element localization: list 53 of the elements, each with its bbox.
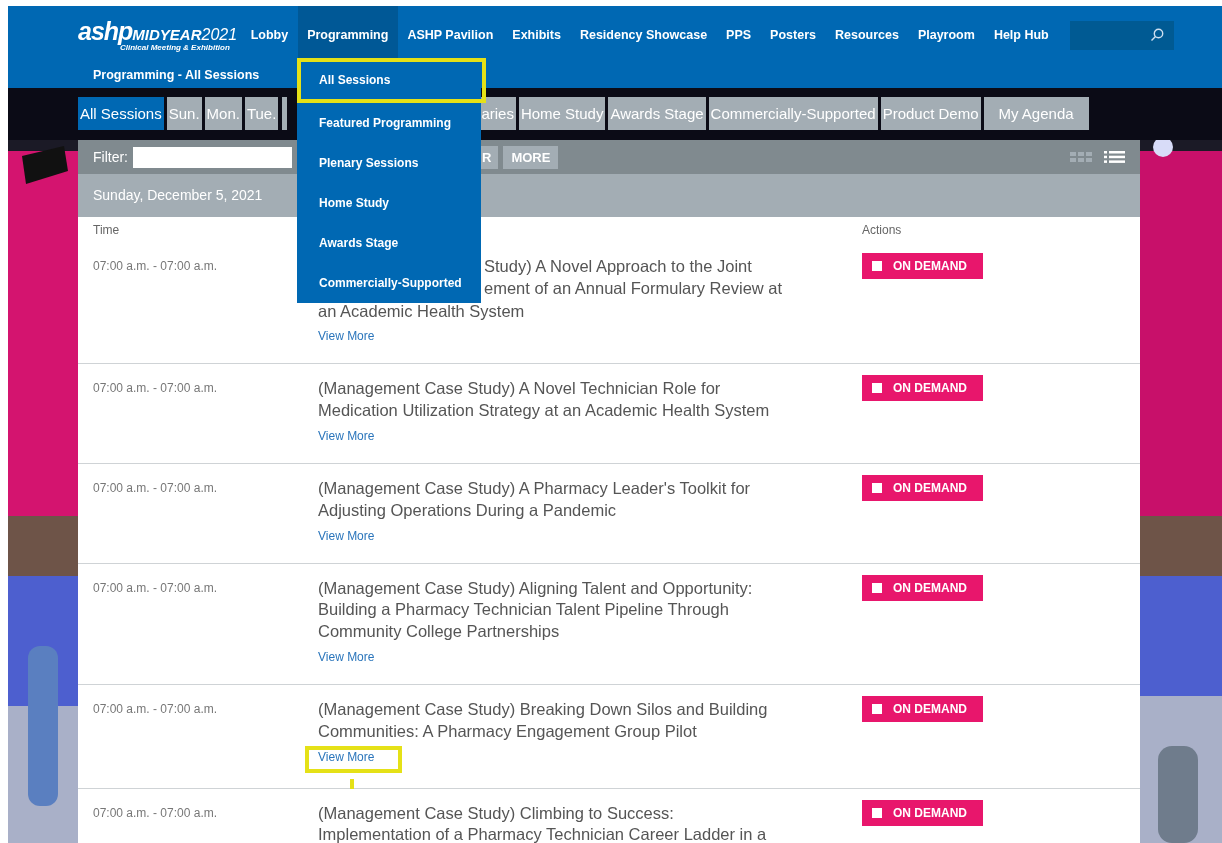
session-title: (Management Case Study) Aligning Talent and Opportunity: Building a Pharmacy Technician Talent Pipeline Through Community College Partnerships: [318, 577, 754, 643]
on-demand-button[interactable]: ON DEMAND: [862, 574, 983, 601]
menu-item[interactable]: All Sessions: [297, 58, 486, 103]
on-demand-button[interactable]: ON DEMAND: [862, 695, 983, 722]
on-demand-button[interactable]: ON DEMAND: [862, 253, 983, 279]
view-more-link[interactable]: View More: [314, 645, 379, 668]
session-time: 07:00 a.m. - 07:00 a.m.: [93, 579, 218, 595]
nav-link[interactable]: Residency Showcase: [570, 6, 717, 64]
stop-icon: [872, 261, 882, 271]
event-logo[interactable]: ashpMIDYEAR2021 Clinical Meeting & Exhibition: [78, 6, 238, 64]
stop-icon: [872, 383, 882, 394]
column-header: Actions: [862, 223, 903, 237]
session-time: 07:00 a.m. - 07:00 a.m.: [93, 380, 218, 396]
list-view-icon[interactable]: [1104, 151, 1125, 163]
session-title: (Management Case Study) Breaking Down Silos and Building Communities: A Pharmacy Engagement Group Pilot: [318, 698, 769, 742]
filter-field[interactable]: [133, 146, 292, 168]
stop-icon: [872, 807, 882, 818]
session-tab[interactable]: All Sessions: [78, 97, 164, 130]
nav-link[interactable]: Posters: [760, 6, 826, 64]
session-time: 07:00 a.m. - 07:00 a.m.: [93, 480, 218, 495]
filter-label: Filter:: [93, 149, 128, 165]
breadcrumb: Programming - All Sessions: [93, 68, 260, 82]
stop-icon: [872, 703, 882, 714]
session-title: (Management Case Study) Climbing to Success: Implementation of a Pharmacy Technician Career Ladder in a: [318, 802, 768, 843]
nav-link[interactable]: Lobby: [241, 6, 298, 64]
search-icon: [1150, 28, 1165, 42]
on-demand-button[interactable]: ON DEMAND: [862, 475, 983, 501]
nav-link[interactable]: Exhibits: [502, 6, 571, 64]
view-more-link[interactable]: View More: [314, 524, 379, 547]
session-time: 07:00 a.m. - 07:00 a.m.: [93, 258, 218, 273]
menu-item[interactable]: Commercially-Supported: [297, 263, 481, 303]
stop-icon: [872, 483, 882, 493]
view-more-link[interactable]: View More: [314, 325, 379, 348]
menu-item[interactable]: Featured Programming: [297, 103, 481, 143]
session-time: 07:00 a.m. - 07:00 a.m.: [93, 804, 218, 820]
column-header: Time: [93, 223, 121, 237]
on-demand-button[interactable]: ON DEMAND: [862, 375, 983, 402]
nav-link[interactable]: Help Hub: [984, 6, 1059, 64]
nav-link[interactable]: Playroom: [908, 6, 985, 64]
menu-item[interactable]: Awards Stage: [297, 223, 481, 263]
on-demand-button[interactable]: ON DEMAND: [862, 799, 983, 826]
view-more-link[interactable]: View More: [305, 745, 403, 773]
search-field[interactable]: [1070, 20, 1175, 50]
session-title: (Management Case Study) A Pharmacy Leader's Toolkit for Adjusting Operations During a Pandemic: [318, 478, 752, 521]
nav-link[interactable]: PPS: [716, 6, 761, 64]
session-title: Study) A Novel Approach to the Joint ement of an Annual Formulary Review at: [484, 256, 783, 299]
view-more-link[interactable]: View More: [314, 425, 379, 447]
session-tab[interactable]: [282, 97, 288, 130]
nav-link[interactable]: Resources: [825, 6, 909, 64]
session-time: 07:00 a.m. - 07:00 a.m.: [93, 700, 218, 716]
session-title: an Academic Health System: [318, 300, 526, 322]
session-title: (Management Case Study) A Novel Technician Role for Medication Utilization Strategy at an Academic Health System: [318, 378, 771, 422]
stop-icon: [872, 582, 882, 593]
